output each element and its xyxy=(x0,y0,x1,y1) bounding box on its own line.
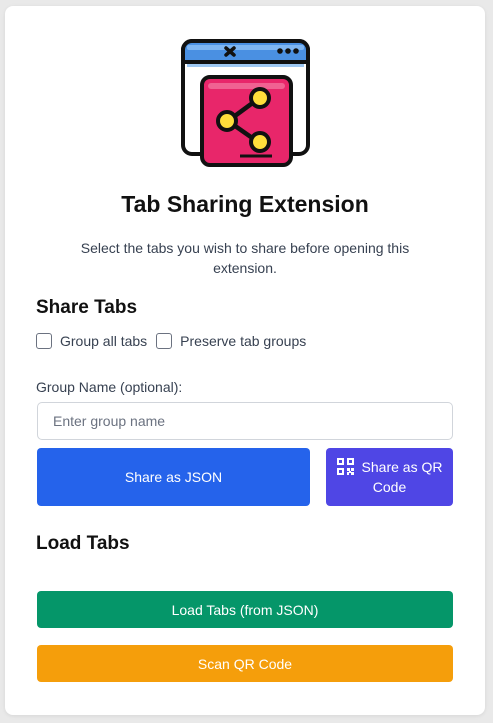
page-title: Tab Sharing Extension xyxy=(121,191,369,217)
group-all-tabs-option[interactable]: Group all tabs xyxy=(36,333,147,349)
scan-qr-code-label: Scan QR Code xyxy=(197,655,293,672)
share-as-json-button[interactable]: Share as JSON xyxy=(37,448,310,506)
group-name-input[interactable] xyxy=(37,402,453,440)
share-as-qr-content: Share as QR Code xyxy=(334,457,445,497)
preserve-tab-groups-label: Preserve tab groups xyxy=(180,333,307,349)
preserve-tab-groups-option[interactable]: Preserve tab groups xyxy=(156,333,306,349)
load-tabs-json-button[interactable]: Load Tabs (from JSON) xyxy=(37,591,453,628)
qr-code-icon xyxy=(336,458,354,475)
load-tabs-json-label: Load Tabs (from JSON) xyxy=(171,601,319,618)
share-as-qr-label: Share as QR Code xyxy=(361,459,443,495)
group-all-tabs-checkbox[interactable] xyxy=(36,333,52,349)
browser-share-icon xyxy=(181,39,310,167)
scan-qr-code-button[interactable]: Scan QR Code xyxy=(37,645,453,682)
load-tabs-heading: Load Tabs xyxy=(36,533,130,554)
share-as-json-label: Share as JSON xyxy=(124,469,223,485)
share-as-qr-button[interactable]: Share as QR Code xyxy=(326,448,453,506)
share-options: Group all tabs Preserve tab groups xyxy=(36,333,315,349)
popup-card: Tab Sharing Extension Select the tabs yo… xyxy=(5,6,485,715)
preserve-tab-groups-checkbox[interactable] xyxy=(156,333,173,349)
page-subtitle: Select the tabs you wish to share before… xyxy=(80,240,410,276)
share-tabs-heading: Share Tabs xyxy=(36,297,138,318)
group-name-label: Group Name (optional): xyxy=(36,379,183,395)
group-all-tabs-label: Group all tabs xyxy=(60,333,148,349)
